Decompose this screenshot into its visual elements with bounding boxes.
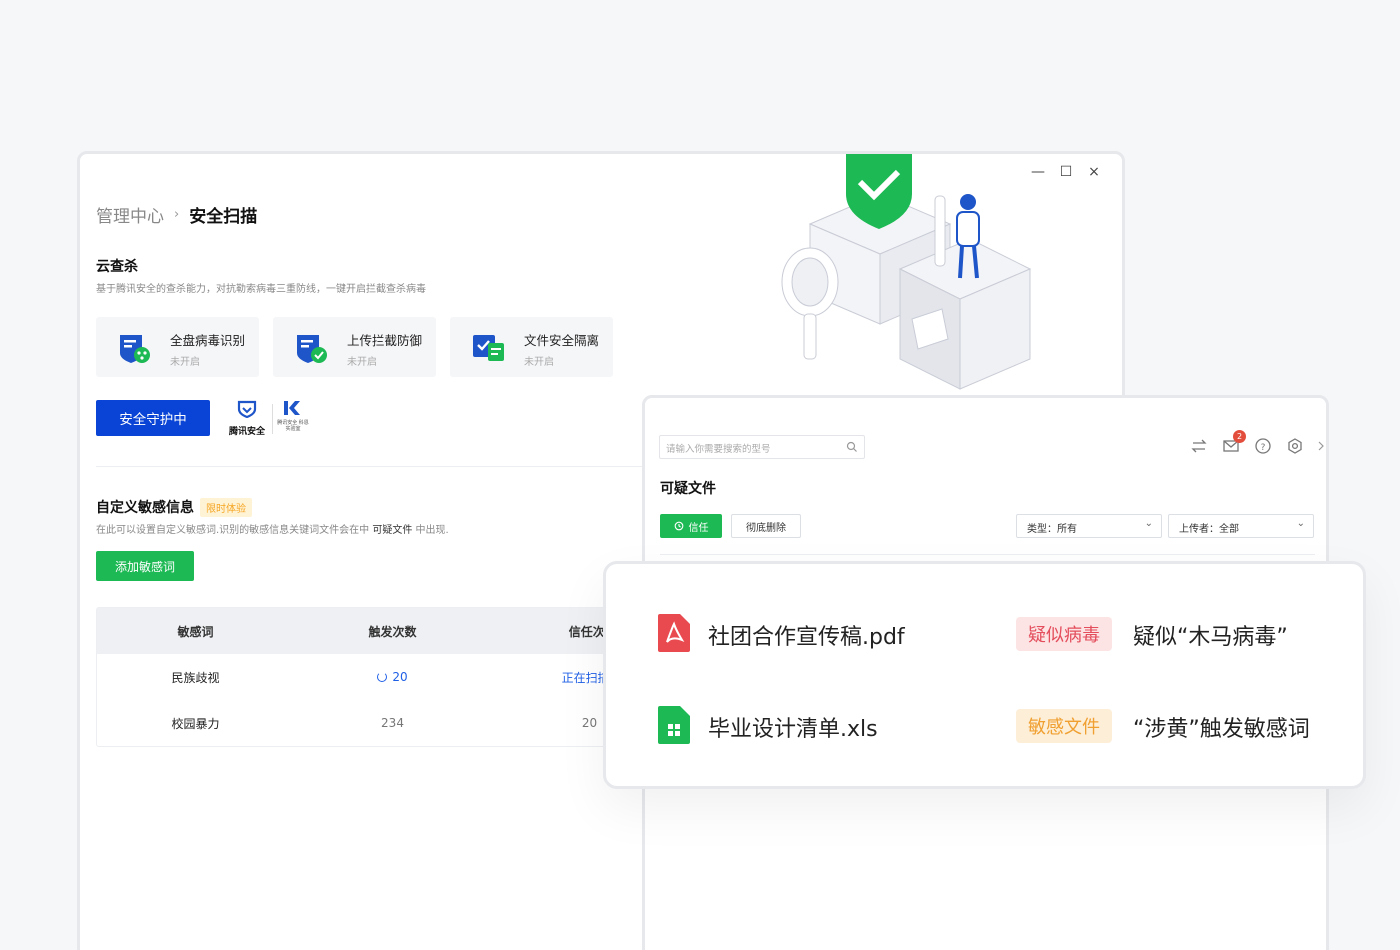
virus-scan-icon: [120, 335, 150, 363]
list-item[interactable]: 社团合作宣传稿.pdf 疑似病毒 疑似“木马病毒”: [658, 614, 1348, 654]
flag-reason: 疑似“木马病毒”: [1133, 625, 1288, 650]
uploader-filter-select[interactable]: 上传者：全部 ⌄: [1168, 514, 1314, 538]
count-cell: 20: [294, 670, 491, 684]
keen-lab-icon: [284, 401, 300, 415]
feature-card-quarantine[interactable]: 文件安全隔离 未开启: [450, 317, 613, 377]
cloud-scan-description: 基于腾讯安全的查杀能力，对抗勒索病毒三重防线，一键开启拦截查杀病毒: [96, 284, 426, 295]
page-title: 安全扫描: [189, 207, 258, 227]
virus-tag: 疑似病毒: [1016, 617, 1112, 651]
minimize-button[interactable]: —: [1030, 164, 1046, 180]
restore-icon: [674, 521, 683, 531]
upload-shield-icon: [297, 335, 327, 363]
search-input[interactable]: 请输入你需要搜索的型号: [659, 435, 865, 459]
svg-text:?: ?: [1261, 443, 1266, 453]
feature-name: 全盘病毒识别: [170, 333, 246, 348]
xls-icon: [658, 706, 690, 744]
description-post: 中出现.: [412, 525, 449, 536]
feature-status: 未开启: [347, 357, 377, 368]
description-pre: 在此可以设置自定义敏感词.识别的敏感信息关键词文件会在中: [96, 525, 373, 536]
mail-count-badge: 2: [1233, 430, 1246, 443]
logo-divider: [272, 404, 273, 434]
tencent-security-logo: 腾讯安全: [226, 400, 268, 437]
sensitive-info-heading: 自定义敏感信息: [96, 500, 194, 516]
section-divider: [96, 466, 656, 467]
permanent-delete-button[interactable]: 彻底删除: [731, 514, 801, 538]
window-controls: — ☐ ×: [1030, 164, 1102, 180]
breadcrumb: 管理中心 › 安全扫描: [96, 202, 257, 227]
maximize-button[interactable]: ☐: [1058, 164, 1074, 180]
flagged-files-card: 社团合作宣传稿.pdf 疑似病毒 疑似“木马病毒” 毕业设计清单.xls 敏感文…: [603, 561, 1366, 789]
chevron-down-icon: ⌄: [1144, 518, 1153, 529]
feature-card-full-scan[interactable]: 全盘病毒识别 未开启: [96, 317, 259, 377]
security-guard-button[interactable]: 安全守护中: [96, 400, 210, 436]
chevron-down-icon: ⌄: [1296, 518, 1305, 529]
cloud-scan-title: 云查杀: [96, 259, 138, 275]
file-name: 毕业设计清单.xls: [708, 717, 878, 742]
keen-lab-logo-text: 腾讯安全 科恩实验室: [277, 420, 309, 432]
loading-spinner-icon: [377, 672, 388, 682]
trial-badge: 限时体验: [200, 497, 252, 517]
search-placeholder: 请输入你需要搜索的型号: [666, 444, 771, 455]
help-icon[interactable]: ?: [1254, 437, 1272, 455]
add-sensitive-word-button[interactable]: 添加敏感词: [96, 551, 194, 581]
feature-name: 文件安全隔离: [524, 333, 600, 348]
chevron-right-icon[interactable]: [1318, 437, 1324, 455]
feature-status: 未开启: [170, 357, 200, 368]
transfer-icon[interactable]: [1190, 437, 1208, 455]
trust-button[interactable]: 信任: [660, 514, 722, 538]
toolbar-icons: 2 ?: [1190, 430, 1324, 455]
column-header-count: 触发次数: [368, 624, 417, 639]
column-header-word: 敏感词: [177, 624, 214, 639]
word-cell: 民族歧视: [171, 670, 220, 685]
feature-name: 上传拦截防御: [347, 333, 423, 348]
breadcrumb-separator-icon: ›: [174, 207, 180, 222]
sensitive-tag: 敏感文件: [1016, 709, 1112, 743]
close-button[interactable]: ×: [1086, 164, 1102, 180]
suspicious-files-link[interactable]: 可疑文件: [372, 525, 412, 536]
quarantine-icon: [473, 335, 504, 361]
type-filter-select[interactable]: 类型：所有 ⌄: [1016, 514, 1162, 538]
count-value: 20: [392, 670, 408, 684]
trust-button-label: 信任: [688, 522, 709, 534]
feature-status: 未开启: [524, 357, 554, 368]
sensitive-info-description: 在此可以设置自定义敏感词.识别的敏感信息关键词文件会在中 可疑文件 中出现.: [96, 521, 449, 536]
uploader-filter-value: 上传者：全部: [1179, 524, 1239, 535]
mail-button[interactable]: 2: [1222, 430, 1246, 455]
settings-gear-icon[interactable]: [1286, 437, 1304, 455]
feature-card-upload-block[interactable]: 上传拦截防御 未开启: [273, 317, 436, 377]
suspicious-files-title: 可疑文件: [660, 481, 716, 497]
flag-reason: “涉黄”触发敏感词: [1133, 717, 1310, 742]
word-cell: 校园暴力: [171, 716, 220, 731]
list-item[interactable]: 毕业设计清单.xls 敏感文件 “涉黄”触发敏感词: [658, 706, 1348, 746]
tencent-shield-icon: [237, 400, 257, 419]
search-icon: [846, 441, 857, 452]
pdf-icon: [658, 614, 690, 652]
sensitive-info-title: 自定义敏感信息 限时体验: [96, 497, 252, 517]
tencent-security-logo-text: 腾讯安全: [228, 427, 265, 437]
breadcrumb-parent[interactable]: 管理中心: [96, 202, 164, 227]
keen-lab-logo: 腾讯安全 科恩实验室: [276, 400, 310, 436]
security-illustration: [781, 154, 1032, 390]
count-cell: 234: [381, 716, 404, 730]
file-name: 社团合作宣传稿.pdf: [708, 625, 905, 650]
toolbar-divider: [660, 554, 1315, 555]
type-filter-value: 类型：所有: [1027, 524, 1077, 535]
